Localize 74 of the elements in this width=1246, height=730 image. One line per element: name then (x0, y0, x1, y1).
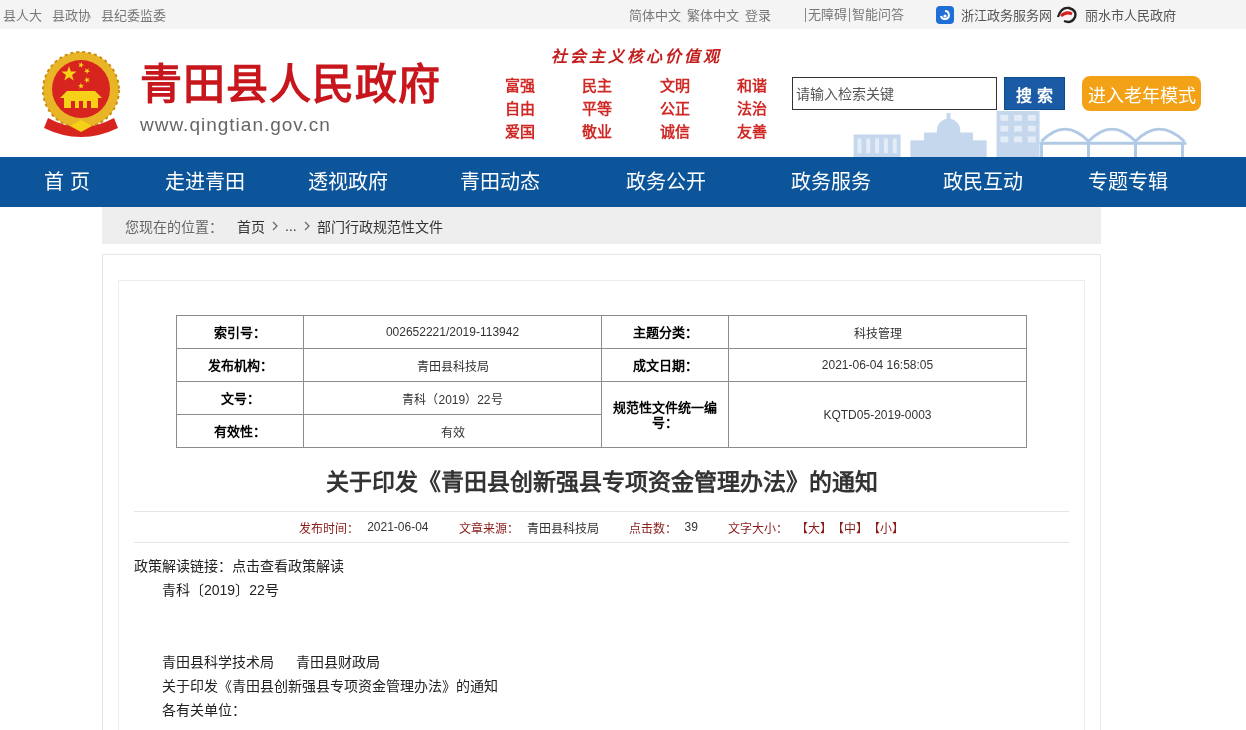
field-value: 青科（2019）22号 (303, 381, 602, 415)
core-value: 文明 (659, 77, 690, 95)
language-link[interactable]: 简体中文 (629, 5, 681, 24)
field-label: 成文日期： (601, 348, 729, 382)
core-value: 友善 (737, 123, 767, 141)
article-title: 关于印发《青田县创新强县专项资金管理办法》的通知 (324, 468, 879, 497)
font-size-link[interactable]: 【中】 (831, 518, 868, 536)
font-size-label: 文字大小： (727, 520, 788, 536)
core-values-heading: 社会主义核心价值观 (549, 47, 723, 67)
chevron-icon (272, 220, 278, 231)
field-value: 科技管理 (728, 315, 1027, 349)
breadcrumb-label: 您现在的位置： (125, 217, 223, 236)
chevron-icon (303, 220, 310, 231)
nav-link[interactable]: 走进青田 (134, 157, 275, 207)
body-paragraph: 关于印发《青田县创新强县专项资金管理办法》的通知 (162, 677, 499, 696)
core-value: 平等 (582, 100, 613, 118)
field-label: 有效性： (176, 414, 304, 448)
top-link[interactable]: 县人大 (3, 5, 42, 24)
core-value: 自由 (505, 100, 535, 118)
partner-site-link[interactable]: 浙江政务服务网 (936, 5, 1052, 24)
policy-reading-link[interactable]: 点击查看政策解读 (232, 558, 344, 574)
field-value: 2021-06-04 16:58:05 (728, 348, 1027, 382)
login-link[interactable]: 登录 (745, 5, 771, 24)
breadcrumb-link[interactable]: 部门行政规范性文件 (316, 215, 443, 236)
core-value: 爱国 (505, 123, 535, 141)
nav-link[interactable]: 首 页 (0, 157, 134, 207)
breadcrumb-link[interactable]: 首页 (237, 215, 265, 236)
nav-link[interactable]: 透视政府 (275, 157, 420, 207)
search-input[interactable]: 请输入检索关键 (792, 77, 997, 110)
service-link[interactable]: 无障碍 (805, 7, 847, 22)
body-paragraph: 青田县科学技术局 青田县财政局 (162, 653, 381, 672)
field-label: 发布机构： (176, 348, 304, 382)
service-link[interactable]: 智能问答 (849, 7, 904, 22)
site-url: www.qingtian.gov.cn (140, 114, 332, 136)
core-value: 富强 (505, 77, 535, 95)
brush-logo-icon (1056, 4, 1078, 25)
meta-value: 2021-06-04 (367, 520, 429, 534)
breadcrumb-link[interactable]: ... (285, 217, 297, 234)
meta-label: 文章来源： (458, 520, 519, 536)
core-value: 民主 (582, 77, 613, 95)
body-paragraph: 各有关单位： (162, 701, 247, 720)
font-size-link[interactable]: 【大】 (795, 518, 832, 536)
meta-label: 点击数： (628, 520, 677, 536)
core-value: 诚信 (659, 123, 690, 141)
field-value: KQTD05-2019-0003 (728, 381, 1027, 448)
core-value: 公正 (659, 100, 690, 118)
field-label: 主题分类： (601, 315, 729, 349)
nav-link[interactable]: 政民互动 (910, 157, 1055, 207)
field-value: 青田县科技局 (303, 348, 602, 382)
nav-link[interactable]: 专题专辑 (1055, 157, 1201, 207)
language-link[interactable]: 繁体中文 (687, 5, 739, 24)
search-button[interactable]: 搜 索 (1004, 77, 1065, 110)
field-value: 002652221/2019-113942 (303, 315, 602, 349)
swirl-logo-icon (936, 5, 954, 24)
meta-label: 发布时间： (299, 520, 360, 536)
body-paragraph: 青科〔2019〕22号 (162, 581, 280, 600)
top-link[interactable]: 县政协 (52, 5, 91, 24)
core-value: 敬业 (582, 123, 613, 141)
font-size-link[interactable]: 【小】 (867, 518, 904, 536)
core-value: 法治 (737, 100, 767, 118)
policy-reading-text: 政策解读链接：点击查看政策解读 (134, 557, 345, 576)
meta-value: 青田县科技局 (526, 520, 599, 536)
nav-link[interactable]: 政务服务 (752, 157, 910, 207)
field-label: 规范性文件统一编号： (601, 381, 729, 448)
meta-value: 39 (684, 520, 698, 534)
nav-link[interactable]: 青田动态 (420, 157, 579, 207)
field-label: 文号： (176, 381, 304, 415)
site-title: 青田县人民政府 (140, 62, 442, 108)
field-label: 索引号： (176, 315, 304, 349)
core-value: 和谐 (737, 77, 767, 95)
emblem-icon (40, 50, 122, 138)
partner-site-link[interactable]: 丽水市人民政府 (1056, 4, 1176, 25)
top-link[interactable]: 县纪委监委 (101, 5, 166, 24)
nav-link[interactable]: 政务公开 (579, 157, 752, 207)
